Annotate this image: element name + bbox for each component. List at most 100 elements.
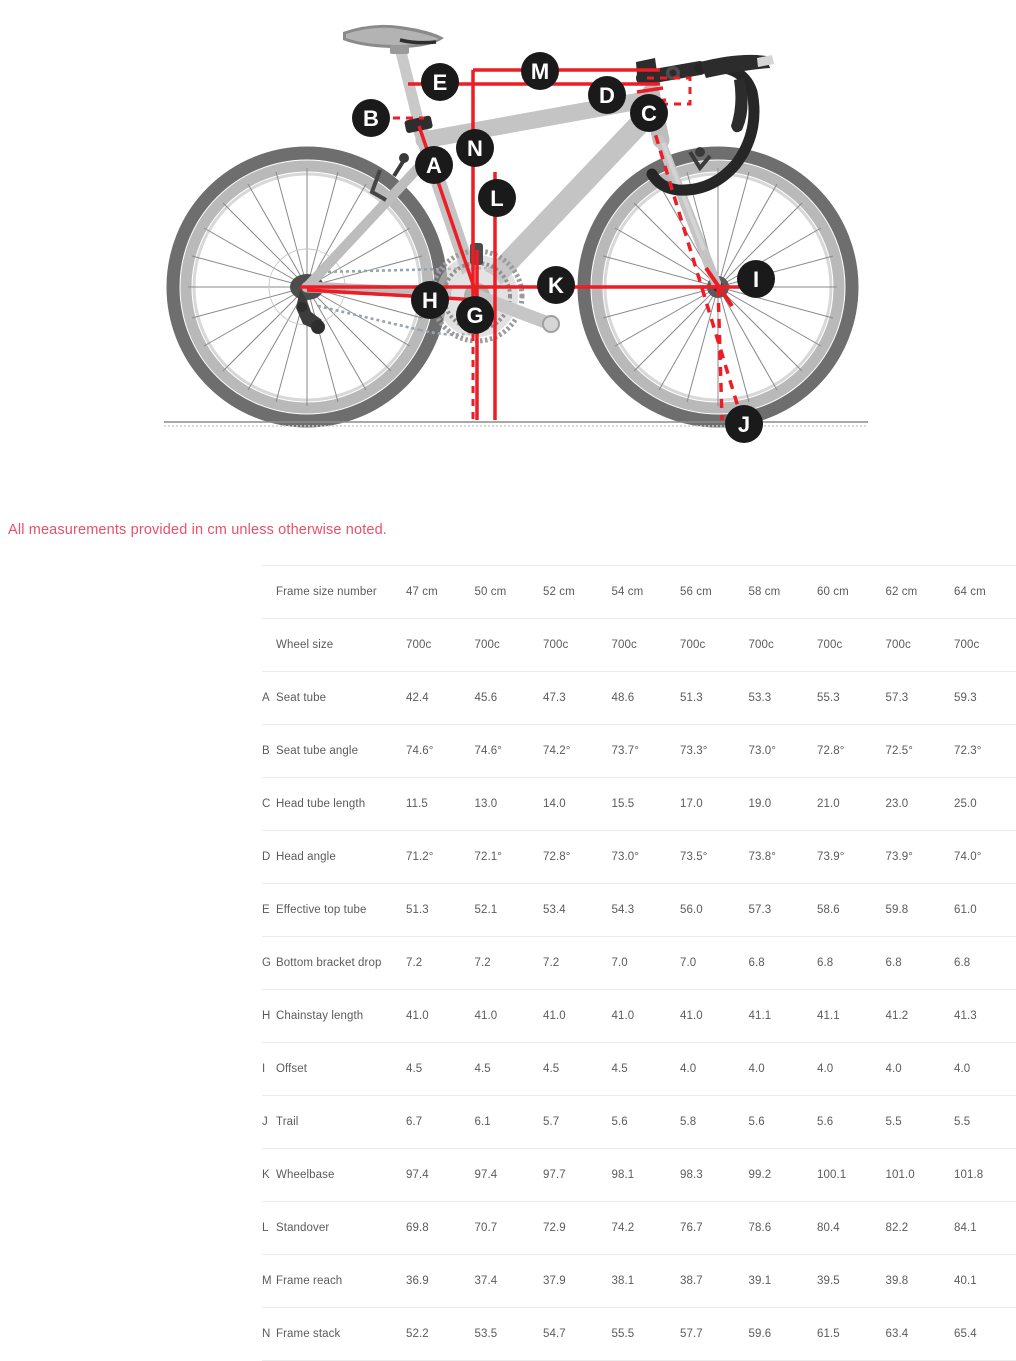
table-row: J Trail 6.7 6.1 5.7 5.6 5.8 5.6 5.6 5.5 5.5 bbox=[262, 1095, 1016, 1149]
table-cell: 36.9 bbox=[406, 1254, 475, 1308]
table-cell: 62 cm bbox=[885, 565, 954, 619]
table-cell: 54.3 bbox=[611, 883, 680, 937]
table-cell: 54.7 bbox=[543, 1307, 612, 1361]
table-row: G Bottom bracket drop 7.2 7.2 7.2 7.0 7.0 6.8 6.… bbox=[262, 936, 1016, 990]
table-cell: 38.1 bbox=[611, 1254, 680, 1308]
table-row: K Wheelbase 97.4 97.4 97.7 98.1 98.3 99.2 100.1 1… bbox=[262, 1148, 1016, 1202]
svg-text:H: H bbox=[422, 288, 438, 313]
svg-text:G: G bbox=[466, 303, 483, 328]
table-cell: 6.8 bbox=[885, 936, 954, 990]
table-cell: 99.2 bbox=[748, 1148, 817, 1202]
table-cell: 4.0 bbox=[885, 1042, 954, 1096]
svg-text:A: A bbox=[426, 153, 442, 178]
svg-text:N: N bbox=[467, 136, 483, 161]
table-cell: 41.0 bbox=[680, 989, 749, 1043]
table-cell: 4.0 bbox=[954, 1042, 1016, 1096]
table-cell: 73.5° bbox=[680, 830, 749, 884]
callout-C: C bbox=[630, 94, 668, 132]
table-cell: 41.0 bbox=[406, 989, 475, 1043]
table-cell: 13.0 bbox=[474, 777, 543, 831]
saddle bbox=[343, 24, 444, 54]
table-cell: 82.2 bbox=[885, 1201, 954, 1255]
row-letter: J bbox=[262, 1095, 276, 1149]
table-cell: 74.2 bbox=[611, 1201, 680, 1255]
table-cell: 41.1 bbox=[817, 989, 886, 1043]
table-cell: 700c bbox=[543, 618, 612, 672]
row-letter: L bbox=[262, 1201, 276, 1255]
row-label: Chainstay length bbox=[276, 989, 406, 1043]
table-row: I Offset 4.5 4.5 4.5 4.5 4.0 4.0 4.0 4.0 4.0 bbox=[262, 1042, 1016, 1096]
table-cell: 7.2 bbox=[543, 936, 612, 990]
row-letter: I bbox=[262, 1042, 276, 1096]
table-cell: 73.8° bbox=[748, 830, 817, 884]
table-cell: 57.7 bbox=[680, 1307, 749, 1361]
table-row: Frame size number 47 cm 50 cm 52 cm 54 cm 56 … bbox=[262, 565, 1016, 619]
table-cell: 97.4 bbox=[474, 1148, 543, 1202]
table-cell: 42.4 bbox=[406, 671, 475, 725]
table-cell: 69.8 bbox=[406, 1201, 475, 1255]
table-cell: 84.1 bbox=[954, 1201, 1016, 1255]
callout-G: G bbox=[456, 296, 494, 334]
svg-text:K: K bbox=[548, 273, 564, 298]
table-cell: 97.4 bbox=[406, 1148, 475, 1202]
table-cell: 55.3 bbox=[817, 671, 886, 725]
table-row: A Seat tube 42.4 45.6 47.3 48.6 51.3 53.3 55.3 57… bbox=[262, 671, 1016, 725]
table-cell: 71.2° bbox=[406, 830, 475, 884]
callout-L: L bbox=[478, 179, 516, 217]
row-label: Head tube length bbox=[276, 777, 406, 831]
row-label: Wheelbase bbox=[276, 1148, 406, 1202]
svg-text:D: D bbox=[599, 83, 615, 108]
table-cell: 4.5 bbox=[474, 1042, 543, 1096]
table-cell: 41.0 bbox=[611, 989, 680, 1043]
row-letter bbox=[262, 618, 276, 672]
table-cell: 100.1 bbox=[817, 1148, 886, 1202]
row-label: Frame size number bbox=[276, 565, 406, 619]
table-cell: 65.4 bbox=[954, 1307, 1016, 1361]
table-cell: 700c bbox=[680, 618, 749, 672]
row-label: Frame stack bbox=[276, 1307, 406, 1361]
callout-K: K bbox=[537, 266, 575, 304]
row-letter bbox=[262, 565, 276, 619]
table-row: N Frame stack 52.2 53.5 54.7 55.5 57.7 59.6 61.5… bbox=[262, 1307, 1016, 1361]
table-cell: 74.6° bbox=[474, 724, 543, 778]
table-cell: 54 cm bbox=[611, 565, 680, 619]
table-cell: 60 cm bbox=[817, 565, 886, 619]
table-cell: 53.5 bbox=[474, 1307, 543, 1361]
table-cell: 72.1° bbox=[474, 830, 543, 884]
table-cell: 7.0 bbox=[680, 936, 749, 990]
table-cell: 6.1 bbox=[474, 1095, 543, 1149]
row-label: Effective top tube bbox=[276, 883, 406, 937]
table-cell: 7.2 bbox=[474, 936, 543, 990]
row-label: Offset bbox=[276, 1042, 406, 1096]
row-label: Head angle bbox=[276, 830, 406, 884]
row-label: Standover bbox=[276, 1201, 406, 1255]
table-row: B Seat tube angle 74.6° 74.6° 74.2° 73.7° 73.3… bbox=[262, 724, 1016, 778]
row-label: Frame reach bbox=[276, 1254, 406, 1308]
table-cell: 61.5 bbox=[817, 1307, 886, 1361]
svg-text:M: M bbox=[531, 59, 549, 84]
table-cell: 72.5° bbox=[885, 724, 954, 778]
callout-A: A bbox=[415, 146, 453, 184]
row-letter: H bbox=[262, 989, 276, 1043]
table-row: H Chainstay length 41.0 41.0 41.0 41.0 41.0 41.… bbox=[262, 989, 1016, 1043]
table-cell: 52.2 bbox=[406, 1307, 475, 1361]
table-cell: 57.3 bbox=[885, 671, 954, 725]
svg-text:E: E bbox=[433, 70, 448, 95]
table-cell: 39.5 bbox=[817, 1254, 886, 1308]
svg-text:B: B bbox=[363, 106, 379, 131]
svg-text:L: L bbox=[490, 186, 503, 211]
row-letter: A bbox=[262, 671, 276, 725]
geometry-table-body: Frame size number 47 cm 50 cm 52 cm 54 cm 56 … bbox=[262, 565, 1016, 1361]
table-cell: 4.0 bbox=[680, 1042, 749, 1096]
callout-J: J bbox=[725, 405, 763, 443]
table-cell: 58 cm bbox=[748, 565, 817, 619]
callout-I: I bbox=[737, 260, 775, 298]
table-cell: 17.0 bbox=[680, 777, 749, 831]
table-cell: 98.1 bbox=[611, 1148, 680, 1202]
table-cell: 37.9 bbox=[543, 1254, 612, 1308]
row-label: Seat tube bbox=[276, 671, 406, 725]
svg-text:I: I bbox=[753, 267, 759, 292]
table-cell: 6.8 bbox=[817, 936, 886, 990]
table-cell: 23.0 bbox=[885, 777, 954, 831]
table-cell: 5.5 bbox=[885, 1095, 954, 1149]
